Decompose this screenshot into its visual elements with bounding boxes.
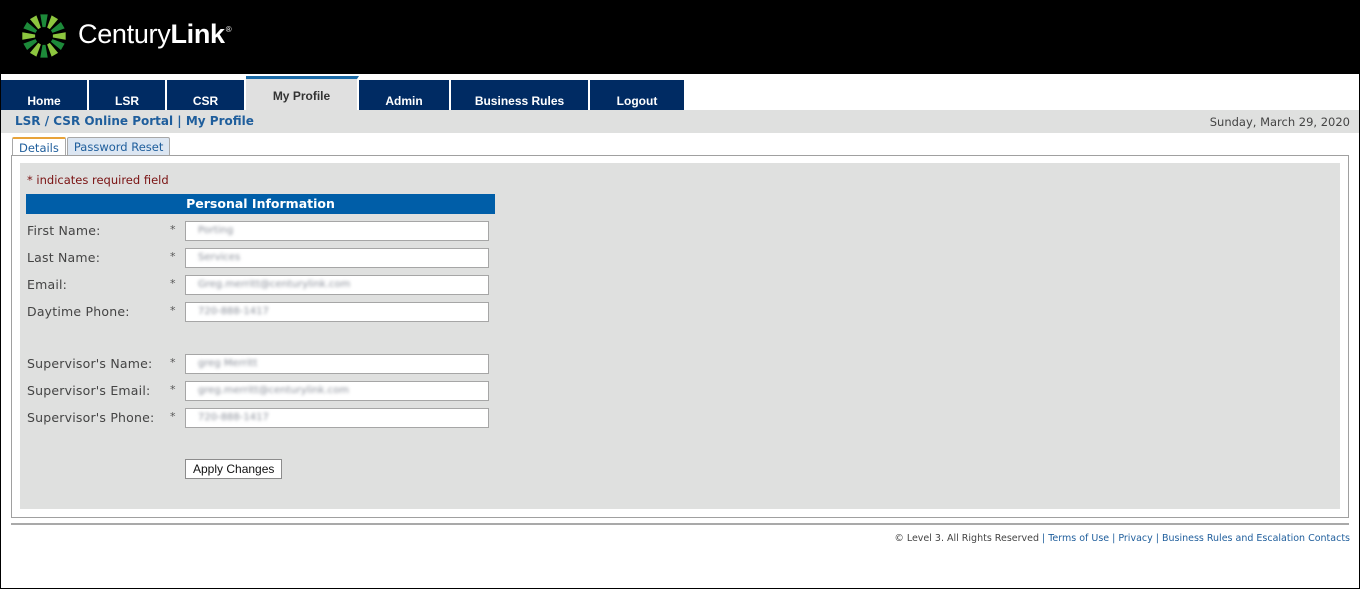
form-row-first-name: First Name: * Porting (27, 221, 497, 241)
subtab-password-reset[interactable]: Password Reset (66, 137, 171, 156)
first-name-value: Porting (198, 225, 234, 236)
nav-tab-logout[interactable]: Logout (590, 80, 684, 113)
brand-wordmark: CenturyLink® (78, 19, 232, 50)
brand-name-bold: Link (170, 19, 225, 49)
required-marker: * (170, 304, 176, 317)
daytime-phone-label: Daytime Phone: (27, 304, 130, 319)
nav-tab-business-rules[interactable]: Business Rules (451, 80, 590, 113)
supervisor-email-value: greg.merritt@centurylink.com (198, 385, 349, 396)
details-panel: * indicates required field Personal Info… (11, 155, 1349, 518)
copyright-text: © Level 3. All Rights Reserved (894, 533, 1040, 544)
logo-ray (52, 32, 66, 40)
required-marker: * (170, 223, 176, 236)
nav-tab-home[interactable]: Home (1, 80, 89, 113)
supervisor-phone-input[interactable]: 720-888-1417 (185, 408, 489, 428)
last-name-label: Last Name: (27, 250, 101, 265)
required-field-note: * indicates required field (27, 173, 169, 187)
first-name-input[interactable]: Porting (185, 221, 489, 241)
brand-header: CenturyLink® (0, 0, 1360, 74)
email-label: Email: (27, 277, 68, 292)
supervisor-phone-label: Supervisor's Phone: (27, 410, 155, 425)
apply-changes-button[interactable]: Apply Changes (185, 459, 283, 479)
profile-subtabs: Details Password Reset (12, 137, 171, 156)
current-date: Sunday, March 29, 2020 (1209, 115, 1350, 129)
supervisor-email-input[interactable]: greg.merritt@centurylink.com (185, 381, 489, 401)
required-marker: * (170, 383, 176, 396)
nav-tab-my-profile[interactable]: My Profile (246, 76, 359, 113)
required-marker: * (170, 356, 176, 369)
logo-ray (22, 32, 36, 40)
breadcrumb-bar: LSR / CSR Online Portal | My Profile Sun… (1, 110, 1359, 133)
footer: © Level 3. All Rights Reserved | Terms of … (894, 533, 1350, 544)
supervisor-name-input[interactable]: greg Merritt (185, 354, 489, 374)
daytime-phone-input[interactable]: 720-888-1417 (185, 302, 489, 322)
supervisor-phone-value: 720-888-1417 (198, 412, 269, 423)
footer-separator: | (1155, 533, 1159, 544)
form-row-supervisor-email: Supervisor's Email: * greg.merritt@centu… (27, 381, 497, 401)
profile-form: * indicates required field Personal Info… (20, 163, 1340, 509)
logo-ray (40, 14, 48, 28)
breadcrumb[interactable]: LSR / CSR Online Portal | My Profile (15, 114, 254, 128)
required-marker: * (170, 410, 176, 423)
form-row-last-name: Last Name: * Services (27, 248, 497, 268)
privacy-link[interactable]: Privacy (1118, 533, 1152, 544)
email-input[interactable]: Greg.merritt@centurylink.com (185, 275, 489, 295)
registered-mark: ® (225, 25, 232, 34)
email-value: Greg.merritt@centurylink.com (198, 279, 351, 290)
form-row-daytime-phone: Daytime Phone: * 720-888-1417 (27, 302, 497, 322)
last-name-input[interactable]: Services (185, 248, 489, 268)
nav-tab-csr[interactable]: CSR (167, 80, 246, 113)
first-name-label: First Name: (27, 223, 101, 238)
footer-separator: | (1042, 533, 1046, 544)
business-rules-escalation-link[interactable]: Business Rules and Escalation Contacts (1162, 533, 1350, 544)
nav-tab-lsr[interactable]: LSR (89, 80, 167, 113)
nav-tab-admin[interactable]: Admin (359, 80, 451, 113)
subtab-details[interactable]: Details (12, 137, 66, 156)
main-nav: Home LSR CSR My Profile Admin Business R… (1, 76, 684, 113)
last-name-value: Services (198, 252, 241, 263)
centurylink-logo-icon (22, 14, 66, 58)
required-marker: * (170, 277, 176, 290)
supervisor-name-value: greg Merritt (198, 358, 258, 369)
footer-divider (11, 523, 1349, 525)
form-row-supervisor-name: Supervisor's Name: * greg Merritt (27, 354, 497, 374)
daytime-phone-value: 720-888-1417 (198, 306, 269, 317)
form-row-email: Email: * Greg.merritt@centurylink.com (27, 275, 497, 295)
required-marker: * (170, 250, 176, 263)
terms-of-use-link[interactable]: Terms of Use (1048, 533, 1109, 544)
supervisor-name-label: Supervisor's Name: (27, 356, 153, 371)
form-row-supervisor-phone: Supervisor's Phone: * 720-888-1417 (27, 408, 497, 428)
supervisor-email-label: Supervisor's Email: (27, 383, 151, 398)
section-header-personal-information: Personal Information (26, 194, 495, 214)
brand-name-regular: Century (78, 19, 171, 49)
logo-ray (40, 44, 48, 58)
footer-separator: | (1112, 533, 1116, 544)
